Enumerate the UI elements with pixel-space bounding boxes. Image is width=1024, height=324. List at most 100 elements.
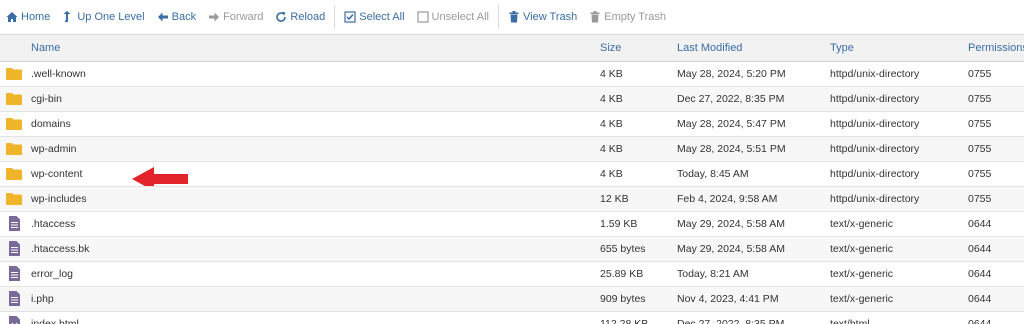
file-size: 112.28 KB <box>600 317 649 324</box>
file-permissions: 0755 <box>968 142 992 155</box>
text-file-icon <box>0 237 28 261</box>
file-permissions: 0755 <box>968 167 992 180</box>
folder-icon <box>0 162 28 186</box>
file-type: text/html <box>830 317 870 324</box>
table-row[interactable]: domains 4 KB May 28, 2024, 5:47 PM httpd… <box>0 111 1024 136</box>
file-permissions: 0644 <box>968 292 992 305</box>
file-type: text/x-generic <box>830 267 894 280</box>
file-permissions: 0644 <box>968 317 992 324</box>
file-name[interactable]: wp-admin <box>28 136 600 161</box>
file-last-modified: May 28, 2024, 5:51 PM <box>677 142 786 155</box>
file-table: Name Size Last Modified Type Permissions… <box>0 35 1024 324</box>
file-permissions: 0644 <box>968 267 992 280</box>
file-name[interactable]: domains <box>28 111 600 136</box>
table-row[interactable]: error_log 25.89 KB Today, 8:21 AM text/x… <box>0 261 1024 286</box>
home-button[interactable]: Home <box>0 0 56 34</box>
folder-icon <box>0 87 28 111</box>
select-all-label: Select All <box>359 11 405 23</box>
view-trash-button[interactable]: View Trash <box>502 0 583 34</box>
file-type: httpd/unix-directory <box>830 67 920 80</box>
refresh-icon <box>275 11 287 23</box>
table-row[interactable]: i.php 909 bytes Nov 4, 2023, 4:41 PM tex… <box>0 286 1024 311</box>
table-row[interactable]: .htaccess 1.59 KB May 29, 2024, 5:58 AM … <box>0 211 1024 236</box>
column-header-size[interactable]: Size <box>600 35 677 61</box>
file-size: 4 KB <box>600 117 623 130</box>
file-size: 4 KB <box>600 67 623 80</box>
table-row[interactable]: .htaccess.bk 655 bytes May 29, 2024, 5:5… <box>0 236 1024 261</box>
column-header-permissions[interactable]: Permissions <box>968 35 1024 61</box>
file-last-modified: May 29, 2024, 5:58 AM <box>677 217 785 230</box>
file-permissions: 0755 <box>968 117 992 130</box>
table-row[interactable]: wp-includes 12 KB Feb 4, 2024, 9:58 AM h… <box>0 186 1024 211</box>
file-type: httpd/unix-directory <box>830 167 920 180</box>
empty-trash-label: Empty Trash <box>604 11 666 23</box>
file-type: httpd/unix-directory <box>830 92 920 105</box>
file-permissions: 0755 <box>968 192 992 205</box>
text-file-icon <box>0 287 28 311</box>
toolbar-divider <box>334 5 336 29</box>
folder-icon <box>0 62 28 86</box>
up-one-level-button[interactable]: Up One Level <box>56 0 150 34</box>
unselect-all-label: Unselect All <box>431 11 490 23</box>
forward-button[interactable]: Forward <box>202 0 269 34</box>
table-row[interactable]: .well-known 4 KB May 28, 2024, 5:20 PM h… <box>0 61 1024 86</box>
file-size: 25.89 KB <box>600 267 644 280</box>
column-header-last-modified[interactable]: Last Modified <box>677 35 830 61</box>
level-up-icon <box>62 11 74 23</box>
folder-icon <box>0 187 28 211</box>
file-name[interactable]: wp-includes <box>28 186 600 211</box>
file-name[interactable]: i.php <box>28 286 600 311</box>
table-header: Name Size Last Modified Type Permissions <box>0 35 1024 61</box>
file-name[interactable]: cgi-bin <box>28 86 600 111</box>
text-file-icon <box>0 262 28 286</box>
file-size: 4 KB <box>600 167 623 180</box>
table-row[interactable]: wp-content 4 KB Today, 8:45 AM httpd/uni… <box>0 161 1024 186</box>
file-size: 909 bytes <box>600 292 646 305</box>
file-list: Name Size Last Modified Type Permissions… <box>0 35 1024 324</box>
back-button[interactable]: Back <box>151 0 202 34</box>
reload-button[interactable]: Reload <box>269 0 331 34</box>
unselect-all-button[interactable]: Unselect All <box>411 0 495 34</box>
forward-label: Forward <box>223 11 264 23</box>
file-name[interactable]: wp-content <box>31 168 82 180</box>
file-type: httpd/unix-directory <box>830 192 920 205</box>
toolbar-divider <box>498 5 500 29</box>
trash-icon <box>508 11 520 23</box>
file-name[interactable]: .htaccess.bk <box>28 236 600 261</box>
arrow-right-icon <box>208 11 220 23</box>
file-last-modified: Today, 8:21 AM <box>677 267 749 280</box>
folder-icon <box>0 137 28 161</box>
file-last-modified: Dec 27, 2022, 8:35 PM <box>677 92 785 105</box>
red-arrow-icon <box>132 166 188 186</box>
file-size: 4 KB <box>600 92 623 105</box>
home-label: Home <box>21 11 51 23</box>
file-name[interactable]: index.html <box>28 311 600 324</box>
file-last-modified: Dec 27, 2022, 8:35 PM <box>677 317 785 324</box>
column-header-name[interactable]: Name <box>28 35 600 61</box>
file-last-modified: Nov 4, 2023, 4:41 PM <box>677 292 779 305</box>
up-one-level-label: Up One Level <box>77 11 145 23</box>
empty-trash-button[interactable]: Empty Trash <box>583 0 672 34</box>
file-last-modified: May 28, 2024, 5:20 PM <box>677 67 786 80</box>
file-type: httpd/unix-directory <box>830 117 920 130</box>
file-last-modified: Feb 4, 2024, 9:58 AM <box>677 192 778 205</box>
table-row[interactable]: wp-admin 4 KB May 28, 2024, 5:51 PM http… <box>0 136 1024 161</box>
select-all-button[interactable]: Select All <box>338 0 410 34</box>
html-file-icon <box>0 312 28 324</box>
file-last-modified: May 29, 2024, 5:58 AM <box>677 242 785 255</box>
checkbox-empty-icon <box>416 11 429 23</box>
file-type: text/x-generic <box>830 242 894 255</box>
file-name[interactable]: error_log <box>28 261 600 286</box>
table-row[interactable]: cgi-bin 4 KB Dec 27, 2022, 8:35 PM httpd… <box>0 86 1024 111</box>
file-last-modified: May 28, 2024, 5:47 PM <box>677 117 786 130</box>
table-row[interactable]: index.html 112.28 KB Dec 27, 2022, 8:35 … <box>0 311 1024 324</box>
view-trash-label: View Trash <box>523 11 578 23</box>
file-name[interactable]: .well-known <box>28 61 600 86</box>
column-header-type[interactable]: Type <box>830 35 968 61</box>
file-permissions: 0755 <box>968 67 992 80</box>
reload-label: Reload <box>290 11 326 23</box>
file-name[interactable]: .htaccess <box>28 211 600 236</box>
file-size: 12 KB <box>600 192 629 205</box>
home-icon <box>6 11 18 23</box>
file-permissions: 0644 <box>968 242 992 255</box>
